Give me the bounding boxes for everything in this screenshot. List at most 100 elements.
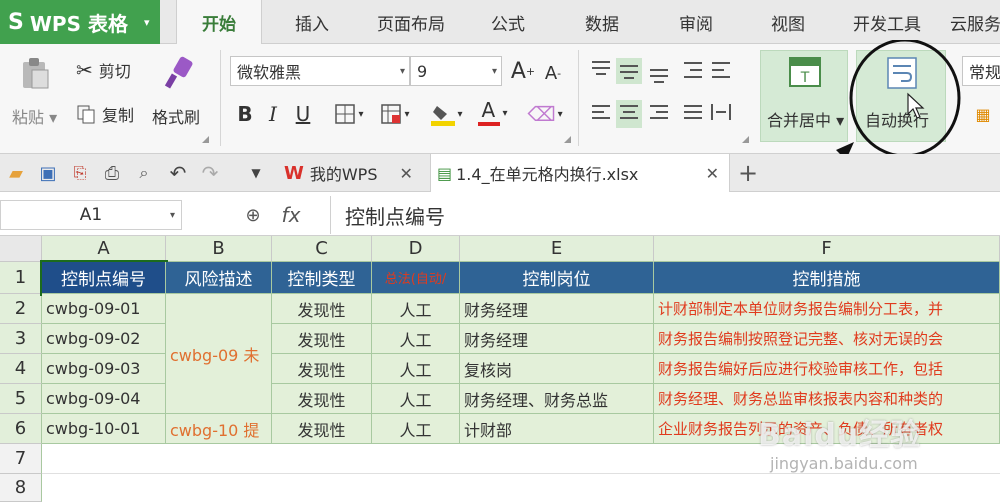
cell-c1[interactable]: 控制类型	[272, 262, 372, 294]
column-header-a[interactable]: A	[42, 236, 166, 262]
cell-d3[interactable]: 人工	[372, 324, 460, 354]
cell-e2[interactable]: 财务经理	[460, 294, 654, 324]
cell-d6[interactable]: 人工	[372, 414, 460, 444]
copy-button[interactable]: 复制	[76, 100, 134, 128]
cell-a5[interactable]: cwbg-09-04	[42, 384, 166, 414]
format-painter-button[interactable]: 格式刷	[150, 52, 210, 142]
tab-cloud[interactable]: 云服务	[950, 0, 1000, 44]
indent-increase-icon[interactable]	[712, 62, 730, 78]
tab-my-wps[interactable]: W 我的WPS ✕	[280, 154, 430, 192]
tab-review[interactable]: 审阅	[664, 0, 728, 44]
clear-format-button[interactable]: ⌫ ▾	[524, 100, 566, 128]
cell-a4[interactable]: cwbg-09-03	[42, 354, 166, 384]
cell-c5[interactable]: 发现性	[272, 384, 372, 414]
row-header-2[interactable]: 2	[0, 294, 42, 324]
tab-view[interactable]: 视图	[756, 0, 820, 44]
align-top-icon[interactable]	[592, 61, 610, 75]
row-header-3[interactable]: 3	[0, 324, 42, 354]
close-icon[interactable]: ✕	[400, 164, 413, 183]
cell-e5[interactable]: 财务经理、财务总监	[460, 384, 654, 414]
cut-button[interactable]: ✂ 剪切	[76, 56, 131, 84]
align-left-icon[interactable]	[592, 105, 610, 119]
select-all-corner[interactable]	[0, 236, 42, 262]
cell-a2[interactable]: cwbg-09-01	[42, 294, 166, 324]
cell-b1[interactable]: 风险描述	[166, 262, 272, 294]
cell-a6[interactable]: cwbg-10-01	[42, 414, 166, 444]
clipboard-dialog-launcher[interactable]	[202, 136, 209, 143]
tab-formula[interactable]: 公式	[476, 0, 540, 44]
row-header-5[interactable]: 5	[0, 384, 42, 414]
close-icon[interactable]: ✕	[706, 164, 719, 183]
cell-a1[interactable]: 控制点编号	[40, 260, 168, 296]
borders-button[interactable]: ▾	[328, 100, 370, 128]
customize-toolbar-icon[interactable]: ▼	[246, 160, 266, 186]
cell-d1[interactable]: 总法(自动/	[372, 262, 460, 294]
row-header-1[interactable]: 1	[0, 262, 42, 294]
formula-input[interactable]: 控制点编号	[330, 196, 1000, 234]
tab-page-layout[interactable]: 页面布局	[366, 0, 456, 44]
cell-a3[interactable]: cwbg-09-02	[42, 324, 166, 354]
italic-button[interactable]: I	[262, 100, 284, 128]
row-header-6[interactable]: 6	[0, 414, 42, 444]
cell-c4[interactable]: 发现性	[272, 354, 372, 384]
tab-data[interactable]: 数据	[570, 0, 634, 44]
cell-c2[interactable]: 发现性	[272, 294, 372, 324]
cell-c3[interactable]: 发现性	[272, 324, 372, 354]
tab-insert[interactable]: 插入	[276, 0, 348, 44]
cell-b2-merged[interactable]: cwbg-09 未	[166, 294, 272, 414]
indent-decrease-icon[interactable]	[684, 62, 702, 78]
save-icon[interactable]: ▣	[36, 160, 60, 186]
cell-e3[interactable]: 财务经理	[460, 324, 654, 354]
function-fx-icon[interactable]: fx	[276, 200, 306, 230]
paste-button[interactable]: 粘贴 ▾	[12, 52, 62, 142]
tab-active-workbook[interactable]: ▤ 1.4_在单元格内换行.xlsx ✕	[430, 154, 730, 192]
tab-start[interactable]: 开始	[176, 0, 262, 45]
font-name-select[interactable]: 微软雅黑 ▾	[230, 56, 410, 86]
new-tab-plus-icon[interactable]: +	[736, 158, 760, 188]
font-size-select[interactable]: 9 ▾	[410, 56, 502, 86]
tab-developer[interactable]: 开发工具	[842, 0, 932, 44]
undo-icon[interactable]: ↶	[166, 160, 190, 186]
cell-e4[interactable]: 复核岗	[460, 354, 654, 384]
row-header-7[interactable]: 7	[0, 444, 42, 474]
cell-c6[interactable]: 发现性	[272, 414, 372, 444]
cell-d5[interactable]: 人工	[372, 384, 460, 414]
distribute-icon[interactable]	[711, 104, 731, 120]
cell-f1[interactable]: 控制措施	[654, 262, 1000, 294]
print-icon[interactable]: ⎙	[100, 160, 124, 186]
font-dialog-launcher[interactable]	[564, 136, 571, 143]
column-header-b[interactable]: B	[166, 236, 272, 262]
justify-icon[interactable]	[684, 105, 702, 119]
cell-d2[interactable]: 人工	[372, 294, 460, 324]
print-preview-icon[interactable]: ⌕	[132, 160, 156, 186]
bold-button[interactable]: B	[234, 100, 256, 128]
cell-f2[interactable]: 计财部制定本单位财务报告编制分工表，并	[654, 294, 1000, 324]
cell-e6[interactable]: 计财部	[460, 414, 654, 444]
cell-d4[interactable]: 人工	[372, 354, 460, 384]
export-pdf-icon[interactable]: ⎘	[68, 160, 92, 186]
fill-color-button[interactable]: ▾	[426, 100, 468, 128]
cell-style-button[interactable]: ▾	[374, 100, 416, 128]
alignment-dialog-launcher[interactable]	[742, 136, 749, 143]
open-folder-icon[interactable]: ▰	[4, 160, 28, 186]
cell-e1[interactable]: 控制岗位	[460, 262, 654, 294]
cell-b6[interactable]: cwbg-10 提	[166, 414, 272, 444]
name-box[interactable]: A1 ▾	[0, 200, 182, 230]
cell-f4[interactable]: 财务报告编好后应进行校验审核工作，包括	[654, 354, 1000, 384]
conditional-format-icon[interactable]: ▦	[966, 100, 1000, 128]
app-menu-button[interactable]: S WPS 表格 ▾	[0, 0, 160, 44]
zoom-search-icon[interactable]: ⊕	[240, 200, 266, 230]
font-color-button[interactable]: A ▾	[472, 98, 514, 128]
row-header-8[interactable]: 8	[0, 474, 42, 502]
align-bottom-icon[interactable]	[650, 69, 668, 83]
align-right-icon[interactable]	[650, 105, 668, 119]
column-header-e[interactable]: E	[460, 236, 654, 262]
redo-icon[interactable]: ↷	[198, 160, 222, 186]
increase-font-icon[interactable]: A +	[510, 56, 536, 86]
row-header-4[interactable]: 4	[0, 354, 42, 384]
underline-button[interactable]: U	[292, 100, 314, 128]
column-header-c[interactable]: C	[272, 236, 372, 262]
decrease-font-icon[interactable]: A-	[540, 58, 566, 88]
column-header-f[interactable]: F	[654, 236, 1000, 262]
column-header-d[interactable]: D	[372, 236, 460, 262]
